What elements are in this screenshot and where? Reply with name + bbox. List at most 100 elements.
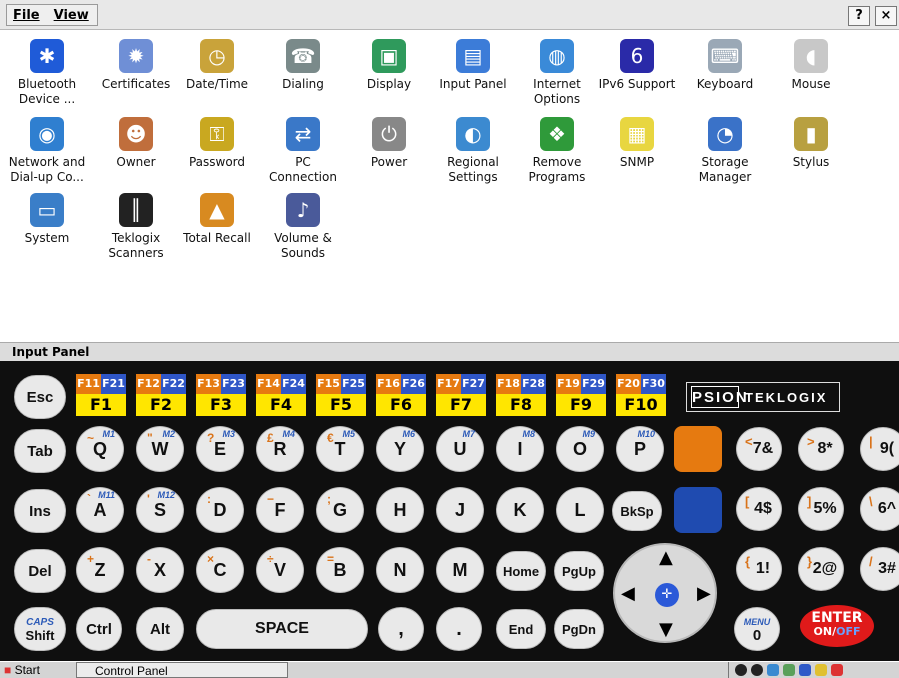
- icon-removeprograms[interactable]: ❖ Remove Programs: [518, 115, 596, 185]
- key-tab[interactable]: Tab: [14, 429, 66, 473]
- key-num-4[interactable]: [4$: [736, 487, 782, 531]
- icon-password[interactable]: ⚿ Password: [178, 115, 256, 170]
- key-f8[interactable]: F18 F28 F8: [496, 374, 546, 416]
- key-f3[interactable]: F13 F23 F3: [196, 374, 246, 416]
- key-c[interactable]: C ×: [196, 547, 244, 593]
- key-end[interactable]: End: [496, 609, 546, 649]
- key-f2[interactable]: F12 F22 F2: [136, 374, 186, 416]
- key-o[interactable]: O M9: [556, 426, 604, 472]
- menu-file[interactable]: File: [13, 8, 40, 23]
- key-z[interactable]: Z +: [76, 547, 124, 593]
- icon-totalrecall[interactable]: ▲ Total Recall: [178, 191, 256, 246]
- key-p[interactable]: P M10: [616, 426, 664, 472]
- key-f10[interactable]: F20 F30 F10: [616, 374, 666, 416]
- icon-bluetooth[interactable]: ✱ Bluetooth Device ...: [8, 37, 86, 107]
- key-q[interactable]: Q ~ M1: [76, 426, 124, 472]
- key-period[interactable]: .: [436, 607, 482, 651]
- key-f7[interactable]: F17 F27 F7: [436, 374, 486, 416]
- key-g[interactable]: G;: [316, 487, 364, 533]
- key-k[interactable]: K: [496, 487, 544, 533]
- key-shift[interactable]: CAPS Shift: [14, 607, 66, 651]
- key-b[interactable]: B =: [316, 547, 364, 593]
- start-button[interactable]: ■ Start: [4, 662, 60, 678]
- signal-icon[interactable]: [831, 664, 843, 676]
- key-num-6[interactable]: \ 6^: [860, 487, 899, 531]
- key-num-1[interactable]: <7&: [736, 427, 782, 471]
- arrow-left-icon[interactable]: ◀: [621, 583, 635, 604]
- arrow-up-icon[interactable]: ▲: [659, 547, 673, 568]
- key-num-2[interactable]: >8*: [798, 427, 844, 471]
- key-num-9[interactable]: / 3#: [860, 547, 899, 591]
- key-num-5[interactable]: ] 5%: [798, 487, 844, 531]
- key-space[interactable]: SPACE: [196, 609, 368, 649]
- icon-internet[interactable]: ◍ Internet Options: [518, 37, 596, 107]
- key-ins[interactable]: Ins: [14, 489, 66, 533]
- blue-modifier-key[interactable]: [674, 487, 722, 533]
- orange-modifier-key[interactable]: [674, 426, 722, 472]
- key-comma[interactable]: ,: [378, 607, 424, 651]
- close-button[interactable]: ×: [875, 6, 897, 26]
- icon-certificates[interactable]: ✹ Certificates: [97, 37, 175, 92]
- icon-mouse[interactable]: ◖ Mouse: [772, 37, 850, 92]
- icon-power[interactable]: ⏻ Power: [350, 115, 428, 170]
- icon-teklogix[interactable]: ║ Teklogix Scanners: [97, 191, 175, 261]
- icon-inputpanel[interactable]: ▤ Input Panel: [434, 37, 512, 92]
- key-y[interactable]: Y M6: [376, 426, 424, 472]
- arrow-down-icon[interactable]: ▼: [659, 619, 673, 640]
- key-i[interactable]: I M8: [496, 426, 544, 472]
- key-num-7[interactable]: {1!: [736, 547, 782, 591]
- key-h[interactable]: H: [376, 487, 424, 533]
- key-f5[interactable]: F15 F25 F5: [316, 374, 366, 416]
- key-f1[interactable]: F11 F21 F1: [76, 374, 126, 416]
- battery-icon[interactable]: [815, 664, 827, 676]
- key-a[interactable]: A ` M11: [76, 487, 124, 533]
- help-button[interactable]: ?: [848, 6, 870, 26]
- tray-dot-icon[interactable]: [751, 664, 763, 676]
- key-w[interactable]: W " M2: [136, 426, 184, 472]
- dpad-center-icon[interactable]: ✛: [655, 583, 679, 607]
- taskbar-control-panel[interactable]: Control Panel: [76, 662, 288, 678]
- icon-storage[interactable]: ◔ Storage Manager: [686, 115, 764, 185]
- key-f[interactable]: F −: [256, 487, 304, 533]
- icon-owner[interactable]: ☻ Owner: [97, 115, 175, 170]
- key-f4[interactable]: F14 F24 F4: [256, 374, 306, 416]
- key-f6[interactable]: F16 F26 F6: [376, 374, 426, 416]
- key-u[interactable]: U M7: [436, 426, 484, 472]
- key-bksp[interactable]: BkSp: [612, 491, 662, 531]
- menu-view[interactable]: View: [54, 8, 89, 23]
- input-panel-icon[interactable]: [799, 664, 811, 676]
- icon-snmp[interactable]: ▦ SNMP: [598, 115, 676, 170]
- key-j[interactable]: J: [436, 487, 484, 533]
- key-menu-zero[interactable]: MENU 0: [734, 607, 780, 651]
- icon-datetime[interactable]: ◷ Date/Time: [178, 37, 256, 92]
- key-num-8[interactable]: } 2@: [798, 547, 844, 591]
- icon-pcconnection[interactable]: ⇄ PC Connection: [264, 115, 342, 185]
- key-x[interactable]: X-: [136, 547, 184, 593]
- icon-display[interactable]: ▣ Display: [350, 37, 428, 92]
- direction-pad[interactable]: ▲ ▼ ◀ ▶ ✛: [613, 543, 717, 643]
- key-n[interactable]: N: [376, 547, 424, 593]
- key-pgup[interactable]: PgUp: [554, 551, 604, 591]
- arrow-right-icon[interactable]: ▶: [697, 583, 711, 604]
- icon-regional[interactable]: ◐ Regional Settings: [434, 115, 512, 185]
- icon-ipv6[interactable]: 6 IPv6 Support: [598, 37, 676, 92]
- icon-volume[interactable]: ♪ Volume & Sounds: [264, 191, 342, 261]
- icon-keyboard[interactable]: ⌨ Keyboard: [686, 37, 764, 92]
- connection-icon[interactable]: [783, 664, 795, 676]
- network-icon[interactable]: [767, 664, 779, 676]
- key-num-3[interactable]: | 9(: [860, 427, 899, 471]
- key-m[interactable]: M: [436, 547, 484, 593]
- key-esc[interactable]: Esc: [14, 375, 66, 419]
- key-r[interactable]: R £ M4: [256, 426, 304, 472]
- key-enter[interactable]: ENTER ON/OFF: [800, 605, 874, 647]
- key-pgdn[interactable]: PgDn: [554, 609, 604, 649]
- key-alt[interactable]: Alt: [136, 607, 184, 651]
- key-v[interactable]: V ÷: [256, 547, 304, 593]
- icon-network[interactable]: ◉ Network and Dial-up Co...: [8, 115, 86, 185]
- key-l[interactable]: L: [556, 487, 604, 533]
- key-t[interactable]: T € M5: [316, 426, 364, 472]
- key-ctrl[interactable]: Ctrl: [76, 607, 122, 651]
- key-home[interactable]: Home: [496, 551, 546, 591]
- icon-dialing[interactable]: ☎ Dialing: [264, 37, 342, 92]
- icon-stylus[interactable]: ▮ Stylus: [772, 115, 850, 170]
